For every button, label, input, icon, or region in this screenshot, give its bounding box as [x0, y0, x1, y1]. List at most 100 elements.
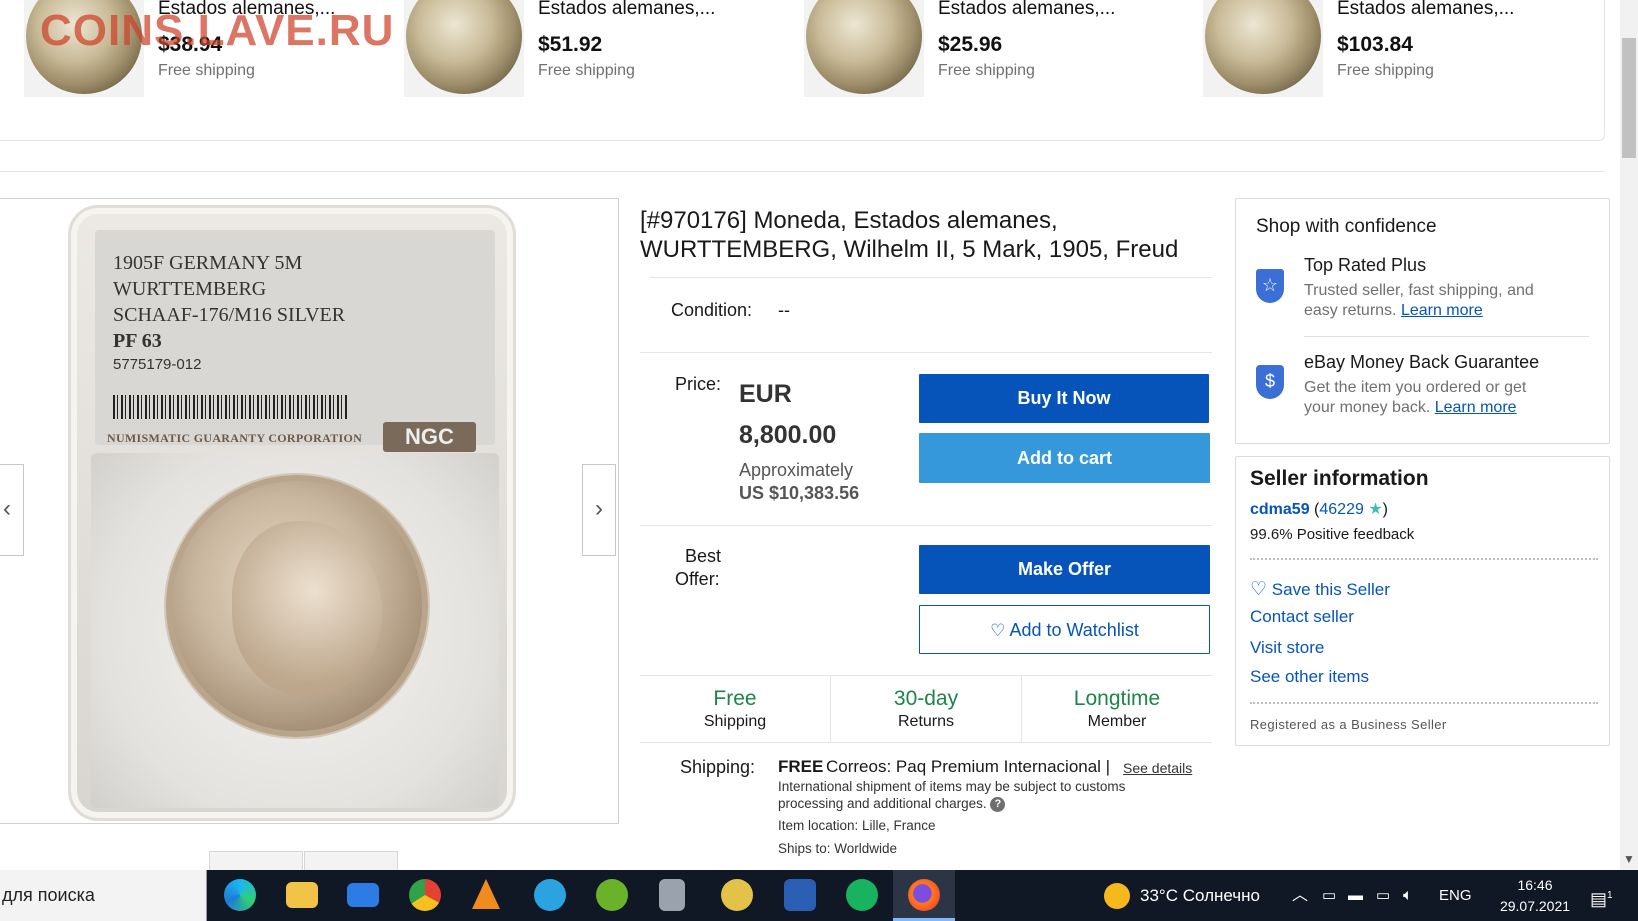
contact-seller-link[interactable]: Contact seller	[1250, 607, 1354, 627]
heart-icon: ♡	[990, 621, 1006, 640]
firefox-icon[interactable]	[908, 879, 940, 911]
learn-more-link[interactable]: Learn more	[1401, 302, 1483, 319]
notification-icon[interactable]: ▤1	[1590, 870, 1613, 921]
help-icon[interactable]: ?	[990, 796, 1006, 812]
related-item-image[interactable]	[404, 0, 524, 97]
slab-label-line: WURTTEMBERG	[113, 278, 267, 300]
shipping-service: Correos: Paq Premium Internacional |	[826, 757, 1111, 776]
approx-price: US $10,383.56	[739, 483, 860, 503]
slab-grade: PF 63	[113, 330, 162, 352]
battery-icon[interactable]: ▬	[1348, 870, 1363, 921]
see-details-link[interactable]: See details	[1123, 760, 1192, 776]
section-divider	[0, 171, 1605, 172]
clock-time: 16:46	[1517, 877, 1553, 893]
related-item-price: $103.84	[1337, 33, 1413, 56]
shipping-free: FREE	[778, 757, 824, 776]
learn-more-link[interactable]: Learn more	[1435, 399, 1517, 416]
money-back-text: Get the item you ordered or get your mon…	[1304, 378, 1594, 418]
save-seller-label: Save this Seller	[1271, 580, 1390, 599]
file-explorer-icon[interactable]	[286, 882, 318, 908]
top-rated-title: Top Rated Plus	[1304, 255, 1427, 275]
condition-divider	[640, 352, 1212, 353]
title-divider	[650, 277, 1212, 278]
shop-with-confidence-card: Shop with confidence ☆ Top Rated Plus Tr…	[1235, 198, 1610, 444]
approx-label: Approximately	[739, 460, 854, 480]
top-rated-text: Trusted seller, fast shipping, and easy …	[1304, 281, 1594, 321]
edge-icon[interactable]	[224, 879, 256, 911]
trust-badges: Free Shipping 30-day Returns Longtime Me…	[640, 675, 1212, 743]
badge-longtime-member: Longtime Member	[1022, 676, 1212, 742]
condition-label: Condition:	[671, 300, 753, 320]
vlc-icon[interactable]	[472, 879, 500, 909]
clock[interactable]: 16:46 29.07.2021	[1490, 875, 1580, 917]
sun-weather-icon[interactable]	[1104, 883, 1130, 909]
feedback-star-icon: ★	[1368, 501, 1383, 518]
badge-free-shipping: Free Shipping	[640, 676, 831, 742]
price-amount: 8,800.00	[739, 421, 837, 449]
media-player-icon[interactable]	[721, 879, 753, 911]
see-other-items-link[interactable]: See other items	[1250, 667, 1369, 687]
buy-it-now-button[interactable]: Buy It Now	[919, 374, 1209, 423]
confidence-divider	[1304, 336, 1589, 337]
archive-icon[interactable]	[659, 879, 685, 911]
seller-information-card: Seller information cdma59 (46229 ★) 99.6…	[1235, 456, 1610, 746]
utorrent-icon[interactable]	[596, 879, 628, 911]
windows-taskbar: для поиска 33°C Солнечно ︿ ▭ ▬ ▭ 🔈︎ ENG …	[0, 870, 1638, 921]
related-item-price: $51.92	[538, 33, 603, 56]
ngc-logo: NGC	[383, 422, 476, 452]
device-icon[interactable]: ▭	[1322, 870, 1336, 921]
save-seller-link[interactable]: ♡ Save this Seller	[1250, 578, 1390, 601]
word-icon[interactable]	[784, 879, 816, 911]
seller-name-row: cdma59 (46229 ★)	[1250, 499, 1388, 519]
related-item-title[interactable]: Estados alemanes,...	[938, 0, 1115, 20]
weather-text[interactable]: 33°C Солнечно	[1140, 870, 1260, 921]
gallery-next-button[interactable]: ›	[582, 464, 616, 556]
badge-returns: 30-day Returns	[831, 676, 1022, 742]
badge-title: Longtime	[1073, 687, 1161, 710]
add-to-watchlist-button[interactable]: ♡ Add to Watchlist	[919, 605, 1210, 654]
feedback-score-link[interactable]: 46229	[1319, 501, 1364, 518]
mail-agent-icon[interactable]	[846, 879, 878, 911]
related-item[interactable]: Estados alemanes,... $103.84 Free shippi…	[1203, 0, 1583, 100]
related-item-image[interactable]	[1203, 0, 1323, 97]
related-item-shipping: Free shipping	[1337, 62, 1434, 79]
related-item-title[interactable]: Estados alemanes,...	[538, 0, 715, 20]
gallery-thumbnail[interactable]	[304, 851, 398, 871]
chrome-icon[interactable]	[409, 879, 441, 911]
language-indicator[interactable]: ENG	[1439, 870, 1472, 921]
related-item-image[interactable]	[804, 0, 924, 97]
badge-subtitle: Member	[1087, 713, 1147, 730]
telegram-icon[interactable]	[534, 879, 566, 911]
gallery-prev-button[interactable]: ‹	[0, 464, 24, 556]
volume-icon[interactable]: 🔈︎	[1403, 870, 1413, 921]
seller-name-link[interactable]: cdma59	[1250, 501, 1310, 518]
item-location: Item location: Lille, France	[778, 818, 936, 833]
make-offer-button[interactable]: Make Offer	[919, 545, 1210, 594]
money-back-text-line: Get the item you ordered or get	[1304, 379, 1527, 396]
scrollbar-thumb[interactable]	[1622, 38, 1636, 158]
taskbar-search[interactable]: для поиска	[0, 870, 207, 921]
positive-feedback: 99.6% Positive feedback	[1250, 526, 1415, 543]
related-item-shipping: Free shipping	[938, 62, 1035, 79]
dotted-divider	[1250, 558, 1598, 560]
related-item-title[interactable]: Estados alemanes,...	[1337, 0, 1514, 20]
coin-image	[166, 475, 428, 737]
add-to-cart-button[interactable]: Add to cart	[919, 433, 1210, 483]
seller-heading: Seller information	[1250, 467, 1429, 490]
related-item[interactable]: Estados alemanes,... $51.92 Free shippin…	[404, 0, 764, 100]
related-item[interactable]: Estados alemanes,... $25.96 Free shippin…	[804, 0, 1164, 100]
shipping-note-2: processing and additional charges. ?	[778, 796, 1006, 812]
badge-subtitle: Returns	[897, 713, 955, 730]
best-offer-label: Offer:	[675, 569, 720, 589]
scroll-down-icon[interactable]: ▼	[1623, 852, 1635, 866]
chevron-up-icon[interactable]: ︿	[1292, 870, 1308, 921]
paren: )	[1382, 501, 1388, 518]
notification-count: 1	[1607, 890, 1613, 901]
gallery-thumbnail[interactable]	[209, 851, 303, 871]
slab-label: 1905F GERMANY 5M WURTTEMBERG SCHAAF-176/…	[95, 230, 495, 452]
network-icon[interactable]: ▭	[1376, 870, 1390, 921]
visit-store-link[interactable]: Visit store	[1250, 638, 1324, 658]
image-gallery[interactable]: 1905F GERMANY 5M WURTTEMBERG SCHAAF-176/…	[0, 198, 619, 824]
mail-icon[interactable]	[347, 883, 379, 907]
top-rated-text-line: easy returns.	[1304, 302, 1397, 319]
